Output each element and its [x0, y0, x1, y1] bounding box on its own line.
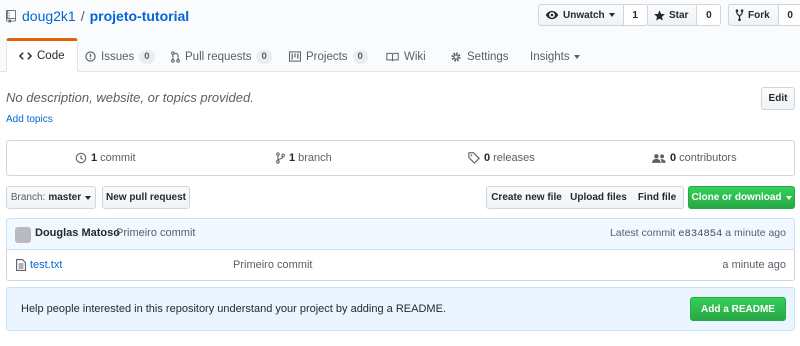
- file-icon: [16, 259, 26, 271]
- file-name-link[interactable]: test.txt: [30, 259, 62, 271]
- readme-prompt-text: Help people interested in this repositor…: [21, 303, 446, 315]
- star-button[interactable]: Star: [647, 4, 698, 26]
- branch-prefix: Branch:: [10, 192, 46, 203]
- upload-files-button[interactable]: Upload files: [566, 186, 632, 209]
- fork-group: Fork 0: [728, 4, 800, 26]
- add-topics-link[interactable]: Add topics: [6, 114, 53, 125]
- branch-select[interactable]: Branch: master: [6, 186, 96, 209]
- watch-group: Unwatch 1: [538, 4, 648, 26]
- tab-wiki[interactable]: Wiki: [386, 40, 426, 73]
- table-row: test.txt Primeiro commit a minute ago: [6, 250, 795, 281]
- commit-sha[interactable]: e834854: [678, 228, 722, 240]
- tab-code-label: Code: [37, 50, 65, 62]
- branches-link[interactable]: 1 branch: [276, 141, 332, 175]
- unwatch-label: Unwatch: [563, 9, 605, 21]
- issues-counter: 0: [139, 49, 155, 64]
- commit-age: a minute ago: [725, 227, 786, 239]
- repo-owner-link[interactable]: doug2k1: [22, 8, 76, 24]
- find-file-button[interactable]: Find file: [631, 186, 684, 209]
- commit-message[interactable]: Primeiro commit: [116, 227, 195, 239]
- chevron-down-icon: [608, 13, 615, 17]
- chevron-down-icon: [573, 54, 580, 59]
- gear-icon: [451, 51, 461, 62]
- commit-author[interactable]: Douglas Matoso: [35, 227, 120, 239]
- people-icon: [652, 153, 666, 163]
- file-age: a minute ago: [722, 259, 786, 271]
- tab-insights[interactable]: Insights: [530, 40, 580, 73]
- branch-name: master: [48, 192, 82, 203]
- unwatch-button[interactable]: Unwatch: [538, 4, 624, 26]
- branches-label: branch: [298, 152, 332, 164]
- commits-link[interactable]: 1 commit: [75, 141, 136, 175]
- contributors-link[interactable]: 0 contributors: [652, 141, 737, 175]
- tab-pull-requests-label: Pull requests: [185, 50, 252, 63]
- releases-label: releases: [493, 152, 535, 164]
- stargazers-count[interactable]: 0: [697, 4, 722, 26]
- contributors-count: 0: [670, 152, 677, 164]
- tab-issues-label: Issues: [101, 50, 135, 63]
- commits-count: 1: [91, 152, 98, 164]
- tag-icon: [468, 152, 480, 164]
- projects-counter: 0: [352, 49, 368, 64]
- star-icon: [654, 9, 665, 20]
- history-icon: [75, 152, 87, 164]
- file-commit-message[interactable]: Primeiro commit: [233, 259, 312, 271]
- tab-projects-label: Projects: [306, 50, 348, 63]
- watchers-count[interactable]: 1: [623, 4, 648, 26]
- contributors-label: contributors: [679, 152, 737, 164]
- edit-button[interactable]: Edit: [761, 87, 795, 110]
- avatar[interactable]: [15, 227, 31, 243]
- repo-separator: /: [80, 8, 85, 24]
- repo-title: doug2k1 / projeto-tutorial: [6, 6, 189, 26]
- tab-code[interactable]: Code: [6, 38, 78, 72]
- tab-projects[interactable]: Projects 0: [289, 40, 368, 73]
- fork-label: Fork: [748, 9, 770, 21]
- star-label: Star: [669, 9, 689, 21]
- book-icon: [386, 52, 399, 61]
- eye-icon: [545, 10, 559, 20]
- chevron-down-icon: [85, 195, 92, 200]
- code-icon: [19, 52, 32, 60]
- chevron-down-icon: [785, 195, 792, 200]
- latest-commit-prefix: Latest commit: [609, 227, 676, 239]
- branch-icon: [276, 152, 285, 164]
- latest-commit-info: Latest commit e834854 a minute ago: [610, 227, 786, 240]
- fork-icon: [735, 9, 744, 21]
- new-pull-request-button[interactable]: New pull request: [102, 186, 190, 209]
- releases-link[interactable]: 0 releases: [468, 141, 535, 175]
- repo-description: No description, website, or topics provi…: [6, 90, 254, 105]
- clone-or-download-button[interactable]: Clone or download: [688, 186, 795, 209]
- repo-icon: [6, 9, 16, 23]
- forks-count[interactable]: 0: [778, 4, 800, 26]
- create-new-file-button[interactable]: Create new file: [486, 186, 567, 209]
- releases-count: 0: [484, 152, 491, 164]
- tab-issues[interactable]: Issues 0: [85, 40, 155, 73]
- pull-requests-counter: 0: [256, 49, 272, 64]
- clone-label: Clone or download: [691, 192, 782, 203]
- numbers-summary: 1 commit 1 branch 0 releases 0 contributors: [6, 140, 795, 176]
- tab-wiki-label: Wiki: [404, 50, 426, 63]
- tab-insights-label: Insights: [530, 50, 570, 63]
- issue-icon: [85, 51, 96, 62]
- tab-settings-label: Settings: [467, 50, 509, 63]
- fork-button[interactable]: Fork: [728, 4, 779, 26]
- tab-pull-requests[interactable]: Pull requests 0: [171, 40, 272, 73]
- add-readme-button[interactable]: Add a README: [690, 297, 786, 321]
- branches-count: 1: [289, 152, 296, 164]
- tab-settings[interactable]: Settings: [450, 40, 509, 73]
- project-icon: [289, 51, 301, 62]
- latest-commit-bar: Douglas Matoso Primeiro commit Latest co…: [6, 218, 795, 250]
- readme-prompt: Help people interested in this repositor…: [6, 287, 795, 331]
- repo-name-link[interactable]: projeto-tutorial: [90, 8, 190, 24]
- commits-label: commit: [100, 152, 136, 164]
- pull-request-icon: [171, 50, 180, 63]
- star-group: Star 0: [647, 4, 722, 26]
